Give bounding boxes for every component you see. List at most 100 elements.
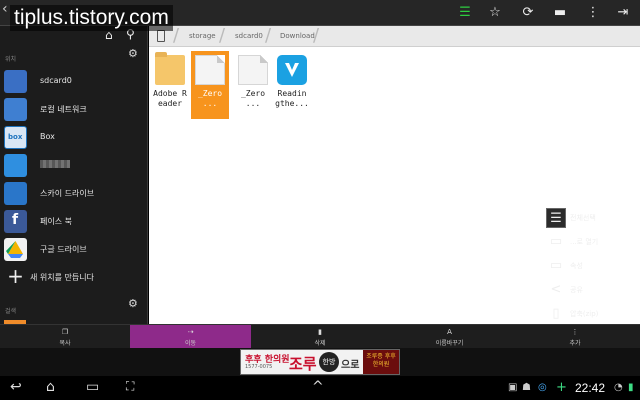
ad-brand-right: 조루증 후후 한의원: [363, 350, 399, 374]
sidebar-item-label: 페이스 북: [40, 217, 72, 226]
chevron-up-icon[interactable]: ^: [312, 379, 324, 395]
sidebar-item-label: 구글 드라이브: [40, 245, 87, 254]
device-icon[interactable]: [157, 30, 165, 42]
sidebar-item-google-drive[interactable]: 구글 드라이브: [0, 236, 147, 264]
menu-item-share[interactable]: < 공유: [543, 278, 640, 302]
menu-item-open-with[interactable]: ▭ ...로 열기: [543, 230, 640, 254]
dropbox-icon: [4, 154, 27, 177]
toolbar-label: 이동: [184, 340, 197, 347]
menu-item-zip[interactable]: ▯ 압축(zip): [543, 302, 640, 326]
exit-icon[interactable]: ⇥: [614, 4, 632, 22]
sidebar-item-label: 스카이 드라이브: [40, 189, 95, 198]
section-label-bookmarks: 걸색: [5, 308, 17, 315]
sidebar: ⌂ ⚲ 위치 ⚙ sdcard0 로컬 네트워크 box Box 스카이 드라이…: [0, 26, 148, 324]
sdcard-icon: [4, 70, 27, 93]
chevron-right-icon: /: [219, 25, 226, 46]
refresh-icon[interactable]: ⟳: [519, 4, 537, 22]
star-icon[interactable]: ☆: [486, 4, 504, 22]
section-label-locations: 위치: [5, 56, 17, 63]
document-icon: [238, 55, 268, 85]
chevron-right-icon: /: [313, 25, 320, 46]
menu-item-label: 속성: [570, 262, 583, 270]
android-icon: ☗: [522, 382, 531, 393]
copy-button[interactable]: ❐ 복사: [0, 325, 130, 349]
sidebar-item-sdcard0[interactable]: sdcard0: [0, 68, 147, 96]
back-chevron-icon[interactable]: ‹: [2, 1, 8, 17]
sidebar-item-facebook[interactable]: f 페이스 북: [0, 208, 147, 236]
file-item-zero-2[interactable]: _Zero ...: [234, 51, 272, 119]
move-button[interactable]: ⇢ 이동: [130, 325, 251, 349]
sidebar-item-label: Box: [40, 132, 55, 141]
menu-item-label: 전체선택: [570, 214, 596, 222]
system-navigation-bar: ↩ ⌂ ▭ ⛶ ^ ▣ ☗ ◎ + 22:42 ◔ ▮: [0, 376, 640, 400]
skydrive-icon: [4, 182, 27, 205]
app-icon: [277, 55, 307, 85]
bottom-toolbar: ❐ 복사 ⇢ 이동 ▮ 삭제 A 이름바꾸기 ⋮ 추가: [0, 324, 640, 349]
sidebar-item-label-blurred: [40, 160, 70, 170]
folder-icon: [155, 52, 185, 85]
ad-phone: 1577-0075: [245, 364, 273, 370]
sidebar-item-skydrive[interactable]: 스카이 드라이브: [0, 180, 147, 208]
ad-strip: 후후 한의원 1577-0075 조루 한방 으로 조루증 후후 한의원: [0, 348, 640, 376]
chevron-right-icon: /: [173, 25, 180, 46]
screenshot-icon[interactable]: ⛶: [126, 379, 134, 394]
plus-icon: +: [7, 264, 24, 288]
delete-button[interactable]: ▮ 삭제: [251, 325, 389, 349]
sidebar-item-label: sdcard0: [40, 76, 72, 85]
ad-banner[interactable]: 후후 한의원 1577-0075 조루 한방 으로 조루증 후후 한의원: [240, 349, 400, 375]
menu-item-properties[interactable]: ▭ 속성: [543, 254, 640, 278]
ad-suffix: 으로: [341, 360, 360, 371]
breadcrumb-download[interactable]: Download: [280, 32, 315, 40]
sidebar-item-box[interactable]: box Box: [0, 124, 147, 152]
battery-icon: ▮: [628, 382, 634, 393]
more-button[interactable]: ⋮ 추가: [510, 325, 640, 349]
ad-main-text: 조루: [289, 355, 317, 373]
locations-settings-icon[interactable]: ⚙: [128, 47, 138, 60]
sidebar-item-dropbox[interactable]: [0, 152, 147, 180]
toolbar-label: 복사: [59, 340, 71, 347]
delete-icon: ▮: [318, 328, 322, 336]
file-name: _Zero ...: [240, 89, 266, 108]
file-name: Readin gthe...: [275, 89, 309, 108]
overflow-menu-icon[interactable]: ⋮: [584, 4, 602, 22]
plus-notification-icon: +: [556, 380, 567, 395]
google-drive-icon: [4, 238, 27, 261]
menu-item-label: 압축(zip): [570, 310, 599, 318]
file-item-zero-1[interactable]: _Zero ...: [191, 51, 229, 119]
sidebar-item-local-network[interactable]: 로컬 네트워크: [0, 96, 147, 124]
file-item-reading-the[interactable]: Readin gthe...: [273, 51, 311, 119]
wifi-icon: ◔: [614, 382, 623, 393]
ad-badge: 한방: [319, 352, 339, 372]
breadcrumb-storage[interactable]: storage: [189, 32, 216, 40]
sidebar-item-new-location[interactable]: + 새 위치를 만듭니다: [0, 264, 147, 292]
file-name: _Zero ...: [197, 89, 223, 108]
rename-button[interactable]: A 이름바꾸기: [389, 325, 510, 349]
properties-icon: ▭: [549, 258, 563, 273]
recent-apps-icon[interactable]: ▭: [86, 379, 99, 395]
breadcrumb: / storage / sdcard0 / Download /: [149, 26, 640, 47]
open-with-icon: ▭: [549, 234, 563, 249]
select-all-icon: ☰: [546, 208, 566, 228]
box-icon: box: [4, 126, 27, 149]
rename-icon: A: [447, 328, 452, 336]
toolbar-label: 삭제: [314, 340, 326, 347]
sidebar-item-label: 새 위치를 만듭니다: [30, 273, 94, 282]
bookmarks-settings-icon[interactable]: ⚙: [128, 297, 138, 310]
list-view-icon[interactable]: ☰: [456, 4, 474, 22]
file-name: Adobe Reader: [153, 89, 187, 108]
file-item-adobe-reader[interactable]: Adobe Reader: [151, 51, 189, 119]
new-folder-icon[interactable]: ▬: [551, 4, 569, 22]
home-icon[interactable]: ⌂: [46, 379, 55, 395]
zip-icon: ▯: [552, 306, 560, 321]
facebook-icon: f: [4, 210, 27, 233]
watermark-text: tiplus.tistory.com: [10, 5, 173, 31]
share-icon: <: [550, 282, 562, 297]
toolbar-label: 추가: [569, 340, 581, 347]
menu-item-select-all[interactable]: ☰ 전체선택: [543, 206, 640, 230]
image-notification-icon: ▣: [508, 382, 518, 393]
back-icon[interactable]: ↩: [10, 379, 22, 395]
sidebar-item-label: 로컬 네트워크: [40, 105, 87, 114]
copy-icon: ❐: [61, 328, 69, 336]
breadcrumb-sdcard0[interactable]: sdcard0: [235, 32, 263, 40]
move-icon: ⇢: [187, 328, 194, 336]
